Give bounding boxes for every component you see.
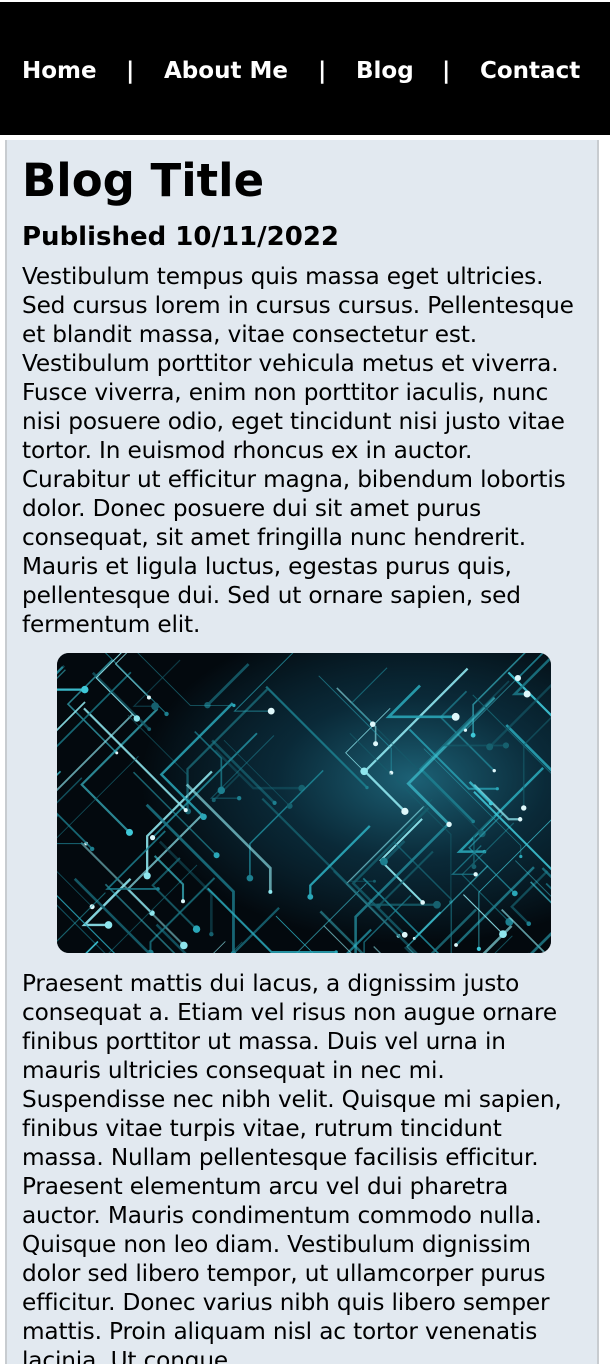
top-navigation: Home | About Me | Blog | Contact [0,2,610,135]
circuit-pad [89,904,95,910]
circuit-pad [454,943,458,947]
circuit-pad [298,784,306,792]
circuit-pad [81,685,89,694]
circuit-pad [451,712,460,721]
circuit-pad [499,930,507,939]
circuit-pad [183,808,188,813]
blog-content: Blog Title Published 10/11/2022 Vestibul… [5,140,599,1364]
post-published-date: Published 10/11/2022 [22,222,340,252]
circuit-pad [470,732,476,738]
nav-link-about-me[interactable]: About Me [164,57,288,85]
circuit-pad [486,743,494,751]
circuit-pad [149,835,156,841]
nav-separator: | [318,58,327,84]
circuit-pad [514,675,521,682]
circuit-pad [433,900,441,909]
circuit-pad [521,805,527,811]
nav-link-contact[interactable]: Contact [480,57,580,85]
circuit-pad [502,742,510,749]
circuit-pad [246,874,254,882]
circuit-pad [89,846,95,852]
circuit-board-graphic [57,653,551,953]
circuit-pad [373,741,379,747]
circuit-board-image [57,653,551,953]
circuit-pad [488,801,494,806]
circuit-pad [401,931,408,938]
circuit-pad [401,807,409,815]
circuit-pad [511,890,518,897]
post-paragraph-2: Praesent mattis dui lacus, a dignissim j… [22,970,562,1364]
circuit-pad [471,864,477,870]
circuit-pad [307,893,314,900]
circuit-pad [446,821,452,828]
circuit-pad [181,899,186,904]
circuit-pad [236,795,242,801]
circuit-pad [151,702,160,711]
nav-separator: | [442,58,451,84]
circuit-pad [267,707,275,715]
circuit-pad [517,817,523,822]
circuit-pad [209,931,214,937]
circuit-pad [143,872,151,880]
nav-link-blog[interactable]: Blog [356,57,414,85]
circuit-pad [523,690,531,698]
circuit-pad [376,903,381,909]
circuit-pad [526,921,532,927]
circuit-pad [478,830,486,838]
circuit-pad [213,852,220,859]
circuit-pad [492,768,496,773]
circuit-pad [365,785,369,790]
circuit-pad [146,695,151,700]
circuit-pad [372,879,376,883]
circuit-pad [369,721,376,727]
circuit-pad [156,887,160,891]
circuit-pad [272,800,277,805]
nav-link-home[interactable]: Home [22,57,97,85]
circuit-pad [360,767,368,776]
nav-separator: | [126,58,135,84]
circuit-pad [268,889,273,894]
circuit-pad [180,941,188,950]
circuit-pad [495,787,499,791]
circuit-pad [420,900,425,905]
circuit-pad [164,711,169,717]
circuit-pad [473,872,478,877]
circuit-pad [476,946,481,951]
circuit-pad [147,727,152,732]
circuit-pad [192,925,201,933]
circuit-pad [125,828,133,836]
circuit-pad [380,857,388,866]
post-paragraph-1: Vestibulum tempus quis massa eget ultric… [22,263,574,638]
circuit-pad [286,803,293,809]
circuit-pad [200,813,207,821]
post-title: Blog Title [22,154,265,207]
circuit-pad [104,921,113,929]
circuit-pad [519,854,523,859]
circuit-pad [133,715,140,722]
